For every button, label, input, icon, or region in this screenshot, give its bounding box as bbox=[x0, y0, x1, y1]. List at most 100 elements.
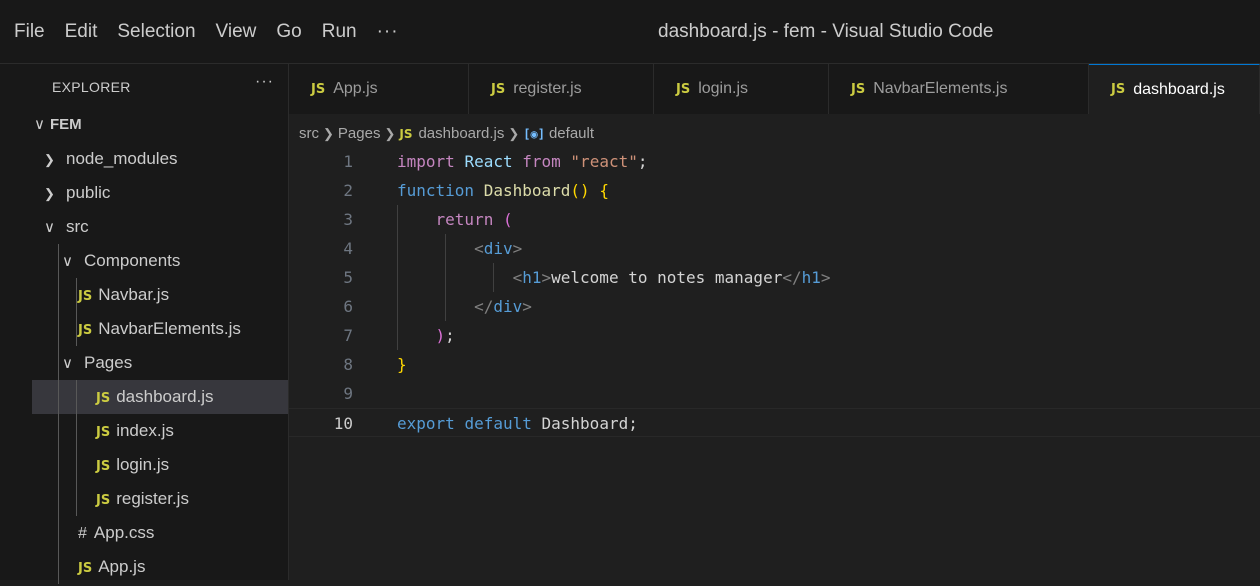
code-token: div bbox=[493, 297, 523, 316]
code-line[interactable]: 6 </div> bbox=[289, 292, 1260, 321]
indent-guide bbox=[58, 244, 59, 278]
js-file-icon: JS bbox=[96, 425, 111, 440]
js-file-icon: JS bbox=[399, 127, 413, 141]
menu-run[interactable]: Run bbox=[312, 14, 367, 50]
code-token: () bbox=[570, 181, 590, 200]
code-line[interactable]: 9 bbox=[289, 379, 1260, 408]
breadcrumb-pages[interactable]: Pages bbox=[338, 123, 381, 145]
code-token: h1 bbox=[522, 268, 542, 287]
tree-item-index-js[interactable]: JS index.js bbox=[32, 414, 288, 448]
tree-item-navbar-js[interactable]: JS Navbar.js bbox=[32, 278, 288, 312]
explorer-sidebar: EXPLORER ··· ∨ FEM ❯ node_modules ❯ public ∨ sr… bbox=[32, 64, 289, 584]
code-token: Dashboard bbox=[483, 181, 571, 200]
code-line[interactable]: 3 return ( bbox=[289, 205, 1260, 234]
code-line[interactable]: 7 ); bbox=[289, 321, 1260, 350]
menu-more-icon[interactable]: ··· bbox=[367, 14, 409, 50]
tab-navbarelements-js[interactable]: JS NavbarElements.js bbox=[829, 64, 1089, 114]
tree-root-fem[interactable]: ∨ FEM bbox=[32, 107, 288, 141]
chevron-down-icon: ∨ bbox=[44, 219, 55, 236]
code-text: export default Dashboard; bbox=[397, 409, 638, 438]
tab-app-js[interactable]: JS App.js bbox=[289, 64, 469, 114]
explorer-more-icon[interactable]: ··· bbox=[255, 73, 274, 91]
tree-item-label: Pages bbox=[84, 353, 133, 372]
indent-guide bbox=[76, 448, 77, 482]
breadcrumb: src ❯ Pages ❯ JS dashboard.js ❯ [◉] defa… bbox=[299, 123, 594, 145]
menu-edit[interactable]: Edit bbox=[55, 14, 108, 50]
tree-item-src[interactable]: ∨ src bbox=[32, 210, 288, 244]
tree-item-login-js[interactable]: JS login.js bbox=[32, 448, 288, 482]
line-number: 1 bbox=[343, 152, 353, 171]
chevron-right-icon: ❯ bbox=[323, 126, 334, 141]
code-token: h1 bbox=[801, 268, 821, 287]
activity-bar bbox=[0, 64, 32, 580]
indent-guide bbox=[58, 278, 59, 312]
code-token: < bbox=[474, 239, 484, 258]
tree-item-label: register.js bbox=[116, 489, 189, 508]
code-token: < bbox=[512, 268, 523, 287]
tree-item-label: node_modules bbox=[66, 149, 178, 168]
tree-item-label: Components bbox=[84, 251, 181, 270]
tree-item-dashboard-js[interactable]: JS dashboard.js bbox=[32, 380, 288, 414]
breadcrumb-file[interactable]: dashboard.js bbox=[418, 123, 504, 145]
js-file-icon: JS bbox=[1111, 82, 1126, 97]
code-token: > bbox=[541, 268, 552, 287]
tree-item-register-js[interactable]: JS register.js bbox=[32, 482, 288, 516]
tree-item-label: index.js bbox=[116, 421, 174, 440]
code-line[interactable]: 10 export default Dashboard; bbox=[289, 408, 1260, 437]
code-line[interactable]: 1 import React from "react"; bbox=[289, 147, 1260, 176]
tab-label: register.js bbox=[513, 80, 582, 97]
tree-item-label: public bbox=[66, 183, 111, 202]
indent-guide bbox=[76, 482, 77, 516]
tree-item-label: Navbar.js bbox=[98, 285, 170, 304]
code-token: ; bbox=[628, 414, 638, 433]
tree-item-label: App.css bbox=[93, 523, 155, 542]
code-token: React bbox=[464, 152, 513, 171]
menu-go[interactable]: Go bbox=[266, 14, 311, 50]
js-file-icon: JS bbox=[491, 81, 506, 97]
window-title: dashboard.js - fem - Visual Studio Code bbox=[658, 21, 994, 42]
tree-item-public[interactable]: ❯ public bbox=[32, 176, 288, 210]
chevron-down-icon: ∨ bbox=[62, 253, 73, 270]
line-number: 3 bbox=[343, 210, 353, 229]
line-number: 10 bbox=[333, 414, 353, 433]
indent-guide bbox=[58, 550, 59, 584]
code-line[interactable]: 4 <div> bbox=[289, 234, 1260, 263]
chevron-down-icon: ∨ bbox=[62, 355, 73, 372]
code-text: function Dashboard() { bbox=[397, 176, 609, 205]
tree-item-app-css[interactable]: # App.css bbox=[32, 516, 288, 550]
indent-guide bbox=[58, 414, 59, 448]
code-token: div bbox=[483, 239, 513, 258]
tree-item-app-js[interactable]: JS App.js bbox=[32, 550, 288, 584]
code-line[interactable]: 5 <h1>welcome to notes manager</h1> bbox=[289, 263, 1260, 292]
breadcrumb-symbol[interactable]: default bbox=[549, 123, 594, 145]
tree-root-label: FEM bbox=[50, 116, 82, 133]
tab-login-js[interactable]: JS login.js bbox=[654, 64, 829, 114]
tree-item-label: NavbarElements.js bbox=[98, 319, 241, 338]
code-token: export bbox=[397, 414, 455, 433]
code-token: welcome to notes manager bbox=[551, 268, 783, 287]
code-token: return bbox=[435, 210, 494, 229]
code-line[interactable]: 8} bbox=[289, 350, 1260, 379]
code-line[interactable]: 2 function Dashboard() { bbox=[289, 176, 1260, 205]
tree-item-pages[interactable]: ∨ Pages bbox=[32, 346, 288, 380]
indent-guide bbox=[58, 482, 59, 516]
menu-file[interactable]: File bbox=[0, 14, 55, 50]
breadcrumb-src[interactable]: src bbox=[299, 123, 319, 145]
tab-dashboard-js[interactable]: JS dashboard.js bbox=[1089, 64, 1260, 114]
tree-item-components[interactable]: ∨ Components bbox=[32, 244, 288, 278]
code-text: import React from "react"; bbox=[397, 147, 648, 176]
code-token: ; bbox=[445, 326, 455, 345]
code-text: } bbox=[397, 350, 407, 379]
title-bar: File Edit Selection View Go Run ··· dash… bbox=[0, 0, 1260, 64]
tab-label: dashboard.js bbox=[1133, 80, 1225, 98]
tab-register-js[interactable]: JS register.js bbox=[469, 64, 654, 114]
menu-view[interactable]: View bbox=[206, 14, 267, 50]
menu-selection[interactable]: Selection bbox=[107, 14, 205, 50]
tree-item-navbarelements-js[interactable]: JS NavbarElements.js bbox=[32, 312, 288, 346]
tree-item-node-modules[interactable]: ❯ node_modules bbox=[32, 142, 288, 176]
